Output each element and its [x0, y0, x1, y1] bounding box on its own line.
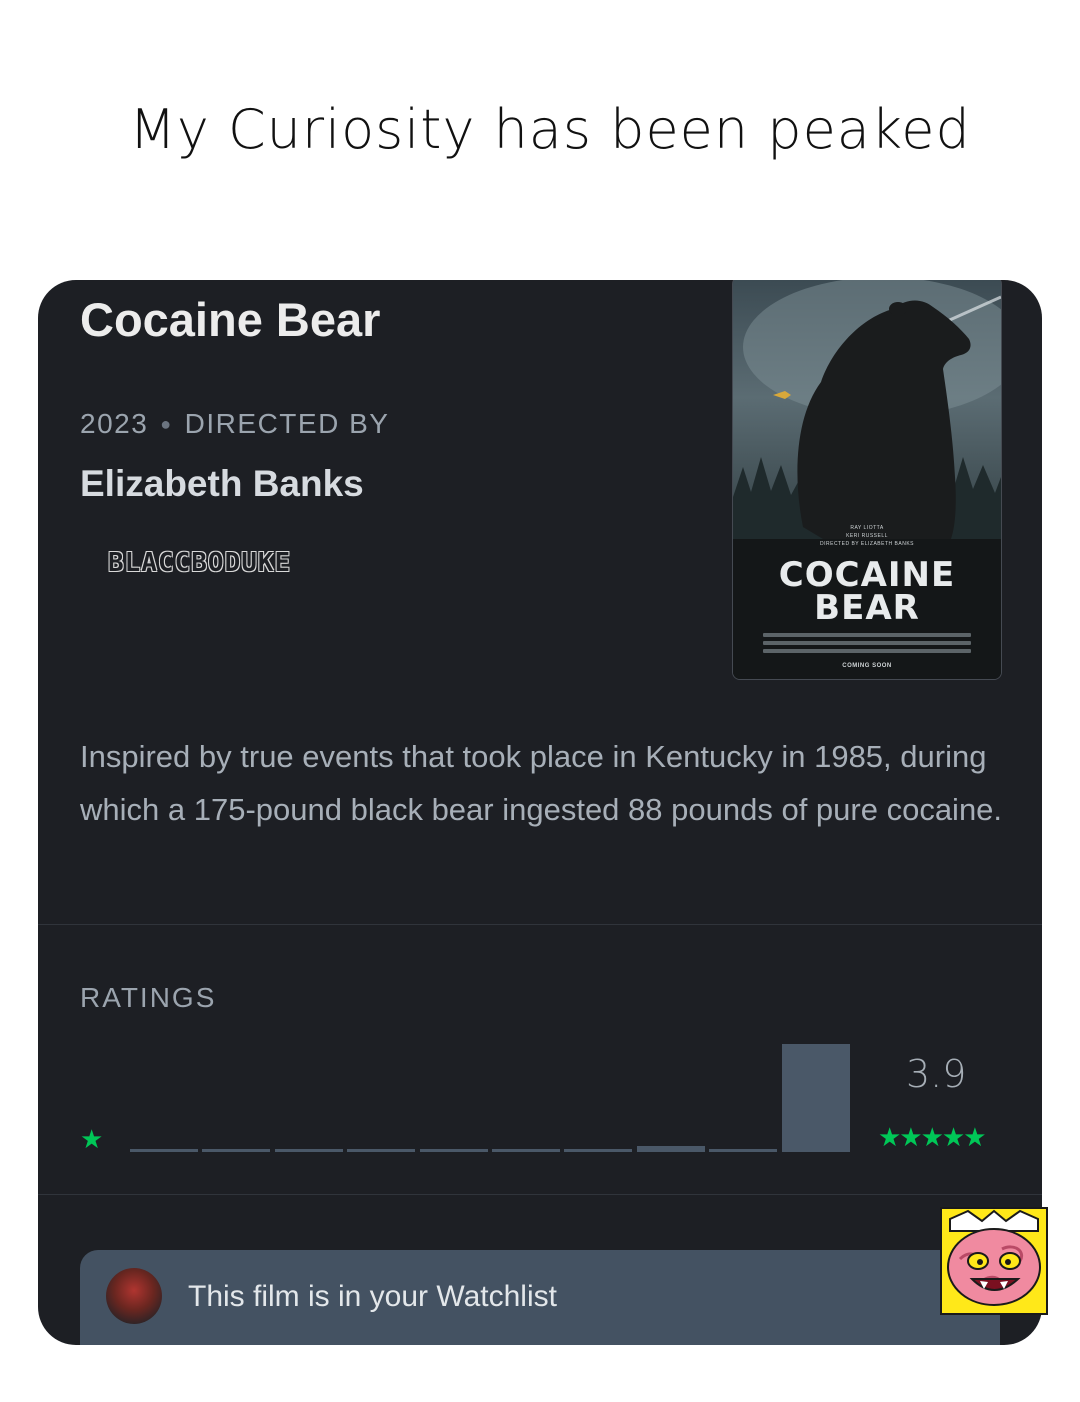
poster-billing-block: [763, 641, 971, 645]
histogram-bar-9[interactable]: [709, 1149, 778, 1152]
histogram-bar-6[interactable]: [492, 1149, 560, 1152]
film-title: Cocaine Bear: [80, 293, 381, 346]
sticker-image: [940, 1207, 1048, 1315]
divider: [38, 924, 1042, 925]
divider: [38, 1194, 1042, 1195]
film-year[interactable]: 2023: [80, 408, 148, 440]
meme-caption: My Curiosity has been peaked: [129, 98, 971, 161]
histogram-bar-4[interactable]: [347, 1149, 416, 1152]
watchlist-text: This film is in your Watchlist: [188, 1280, 557, 1313]
director-name[interactable]: Elizabeth Banks: [80, 463, 364, 505]
avatar[interactable]: [106, 1268, 162, 1324]
film-synopsis: Inspired by true events that took place …: [80, 739, 1003, 827]
poster-credit-2: KERI RUSSELL: [846, 533, 888, 539]
separator-dot: ●: [160, 413, 173, 434]
brain-villain-icon: [942, 1209, 1046, 1313]
histogram-bar-8[interactable]: [636, 1146, 705, 1152]
five-stars-icon: ★★★★★: [878, 1122, 987, 1152]
ratings-histogram[interactable]: [130, 1040, 854, 1152]
film-card: Cocaine Bear 2023 ● DIRECTED BY Elizabet…: [38, 280, 1042, 1345]
watermark: BLACCBODUKE: [108, 548, 292, 578]
directed-by-label: DIRECTED BY: [184, 408, 390, 439]
watchlist-banner[interactable]: This film is in your Watchlist: [80, 1250, 1000, 1345]
star-icon: ★: [80, 1124, 104, 1154]
histogram-bar-5[interactable]: [419, 1149, 488, 1152]
poster-credit-1: RAY LIOTTA: [850, 525, 884, 531]
film-meta: 2023 ● DIRECTED BY: [80, 408, 389, 440]
poster-footer: COMING SOON: [842, 663, 892, 669]
poster-billing-block: [763, 633, 971, 637]
film-poster[interactable]: RAY LIOTTA KERI RUSSELL DIRECTED BY ELIZ…: [732, 280, 1002, 680]
average-rating: 3.9: [906, 1052, 967, 1096]
histogram-bar-7[interactable]: [564, 1149, 633, 1152]
poster-title-line-2: BEAR: [814, 588, 920, 628]
ratings-label: RATINGS: [80, 982, 217, 1013]
histogram-bar-10[interactable]: [781, 1044, 850, 1152]
poster-title: COCAINE BEAR: [733, 558, 1001, 628]
poster-credit-3: DIRECTED BY ELIZABETH BANKS: [820, 541, 914, 547]
histogram-bar-3[interactable]: [274, 1149, 343, 1152]
histogram-bar-2[interactable]: [202, 1149, 271, 1152]
poster-billing-block: [763, 649, 971, 653]
histogram-bar-1[interactable]: [130, 1149, 198, 1152]
